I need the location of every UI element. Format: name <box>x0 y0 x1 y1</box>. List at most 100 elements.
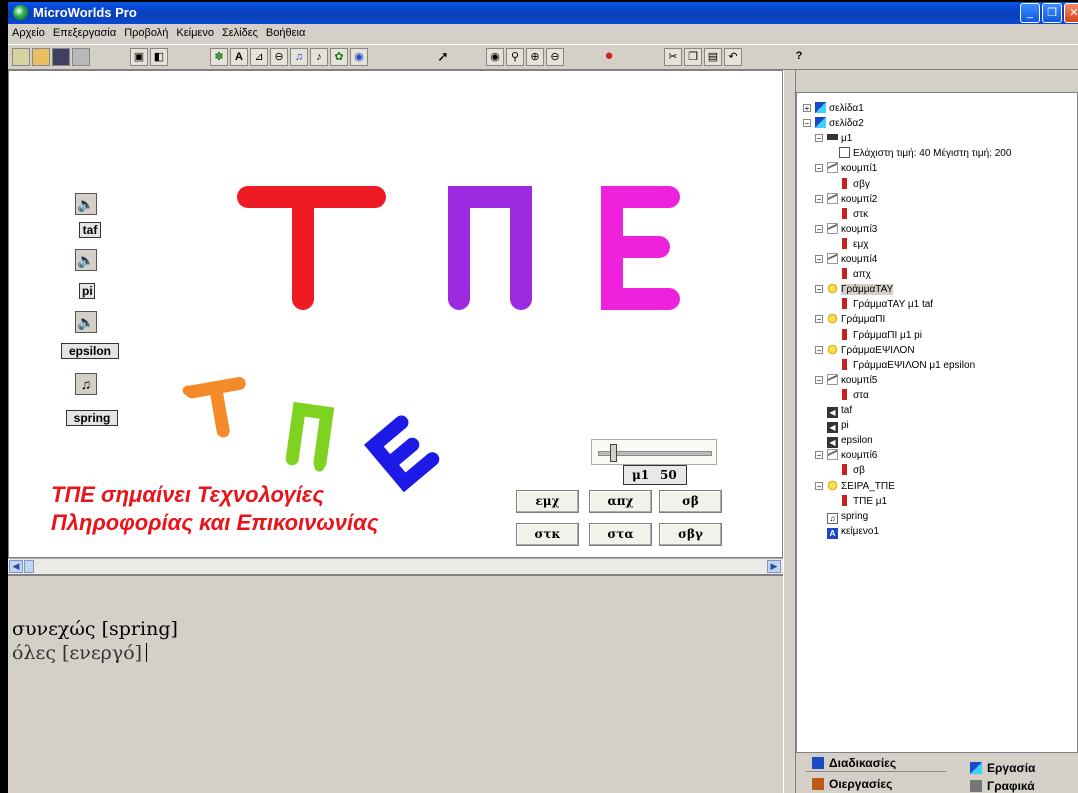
sound-taf-icon[interactable]: 🔈 <box>75 193 97 215</box>
stamp-icon[interactable]: ⚲ <box>506 48 524 66</box>
pane-splitter[interactable] <box>783 70 796 793</box>
tree-item[interactable]: Ελάχιστη τιμή: 40 Μέγιστη τιμή: 200 <box>839 146 1011 161</box>
music-spring-icon[interactable]: ♫ <box>75 373 97 395</box>
copy-icon[interactable]: ❐ <box>684 48 702 66</box>
button-apx[interactable]: απχ <box>589 490 652 513</box>
presentation-mode-icon[interactable]: ▣ <box>130 48 148 66</box>
scroll-thumb[interactable] <box>24 560 34 573</box>
tree-item[interactable]: κουμπί4 <box>827 252 877 267</box>
menu-help[interactable]: Βοήθεια <box>262 24 309 39</box>
music-tool-icon[interactable]: ♫ <box>290 48 308 66</box>
tree-expander-icon[interactable]: − <box>815 481 823 490</box>
menu-pages[interactable]: Σελίδες <box>218 24 262 39</box>
command-center[interactable]: συνεχώς [spring] όλες [ενεργό] <box>8 574 783 793</box>
menu-text[interactable]: Κείμενο <box>172 24 218 39</box>
tree-expander-icon[interactable]: − <box>815 315 823 324</box>
tree-item[interactable]: σβγ <box>839 177 870 192</box>
paste-icon[interactable]: ▤ <box>704 48 722 66</box>
tree-expander-icon[interactable]: − <box>815 255 823 264</box>
tree-item[interactable]: απχ <box>839 267 871 282</box>
tree-item[interactable]: ΓράμμαΕΨΙΛΟΝ <box>827 343 915 358</box>
tab-operations[interactable]: Οιεργασίες <box>806 775 946 793</box>
new-project-icon[interactable] <box>12 48 30 66</box>
tree-item[interactable]: ΓράμμαΤΑΥ <box>827 282 894 297</box>
tree-item[interactable]: μ1 <box>827 131 852 146</box>
tree-item[interactable]: σελίδα2 <box>815 116 864 131</box>
split-view-icon[interactable]: ◧ <box>150 48 168 66</box>
button-emx[interactable]: εμχ <box>516 490 579 513</box>
tree-expander-icon[interactable]: + <box>803 104 811 113</box>
tab-project[interactable]: Εργασία <box>964 759 1076 777</box>
button-stk[interactable]: στκ <box>516 523 579 546</box>
tree-item[interactable]: κουμπί2 <box>827 192 877 207</box>
page-stage[interactable]: 🔈 taf 🔈 pi 🔈 epsilon ♫ spring μ1 50 εμχ … <box>8 70 783 558</box>
menu-edit[interactable]: Επεξεργασία <box>49 24 120 39</box>
maximize-button[interactable]: ❐ <box>1042 3 1062 23</box>
tree-item[interactable]: ΓράμμαΠΙ <box>827 312 885 327</box>
menu-view[interactable]: Προβολή <box>120 24 172 39</box>
tree-item[interactable]: ΓράμμαΠΙ μ1 pi <box>839 328 922 343</box>
zoom-in-icon[interactable]: ⊕ <box>526 48 544 66</box>
sound-pi-icon[interactable]: 🔈 <box>75 249 97 271</box>
tree-item[interactable]: κουμπί3 <box>827 222 877 237</box>
video-tool-icon[interactable]: ✿ <box>330 48 348 66</box>
button-sb[interactable]: σβ <box>659 490 722 513</box>
tree-item[interactable]: ♫ spring <box>827 509 868 524</box>
tab-graphics[interactable]: Γραφικά <box>964 777 1076 793</box>
print-icon[interactable] <box>72 48 90 66</box>
button-sta[interactable]: στα <box>589 523 652 546</box>
button-tool-icon[interactable]: ⊿ <box>250 48 268 66</box>
slider-tool-icon[interactable]: ⊖ <box>270 48 288 66</box>
undo-icon[interactable]: ↶ <box>724 48 742 66</box>
help-icon[interactable]: ? <box>790 48 808 66</box>
tree-item[interactable]: στκ <box>839 207 868 222</box>
tree-expander-icon[interactable]: − <box>815 194 823 203</box>
tree-item[interactable]: ΓράμμαΕΨΙΛΟΝ μ1 epsilon <box>839 358 975 373</box>
tree-item[interactable]: κουμπί5 <box>827 373 877 388</box>
cut-icon[interactable]: ✂ <box>664 48 682 66</box>
tree-expander-icon[interactable]: − <box>815 451 823 460</box>
text-box[interactable]: ΤΠΕ σημαίνει Τεχνολογίες Πληροφορίας και… <box>51 481 378 537</box>
tree-item[interactable]: κουμπί6 <box>827 448 877 463</box>
eye-icon[interactable]: ◉ <box>486 48 504 66</box>
minimize-button[interactable]: _ <box>1020 3 1040 23</box>
zoom-out-icon[interactable]: ⊖ <box>546 48 564 66</box>
tree-item[interactable]: ◀ epsilon <box>827 433 873 449</box>
stop-icon[interactable]: ● <box>600 48 618 66</box>
web-tool-icon[interactable]: ◉ <box>350 48 368 66</box>
tree-item[interactable]: ◀ taf <box>827 403 852 418</box>
sound-tool-icon[interactable]: ♪ <box>310 48 328 66</box>
tree-expander-icon[interactable]: − <box>815 134 823 143</box>
scroll-right-arrow-icon[interactable]: ▶ <box>767 560 781 573</box>
tree-item[interactable]: Aκείμενο1 <box>827 524 879 539</box>
slider-mu1[interactable] <box>591 439 717 465</box>
tree-item[interactable]: εμχ <box>839 237 868 252</box>
hatch-turtle-icon[interactable]: ✽ <box>210 48 228 66</box>
tree-expander-icon[interactable]: − <box>815 285 823 294</box>
text-box-icon[interactable]: A <box>230 48 248 66</box>
open-folder-icon[interactable] <box>32 48 50 66</box>
tree-item[interactable]: σελίδα1 <box>815 101 864 116</box>
tree-item[interactable]: στα <box>839 388 869 403</box>
tree-item[interactable]: ΤΠΕ μ1 <box>839 494 887 509</box>
scroll-left-arrow-icon[interactable]: ◀ <box>9 560 23 573</box>
tree-expander-icon[interactable]: − <box>815 375 823 384</box>
save-icon[interactable] <box>52 48 70 66</box>
sound-epsilon-icon[interactable]: 🔈 <box>75 311 97 333</box>
tree-expander-icon[interactable]: − <box>815 224 823 233</box>
tree-item[interactable]: ΓράμμαΤΑΥ μ1 taf <box>839 297 933 312</box>
tree-item[interactable]: σβ <box>839 463 865 478</box>
close-button[interactable]: ✕ <box>1064 3 1078 23</box>
slider-thumb[interactable] <box>610 444 617 462</box>
tab-procedures[interactable]: Διαδικασίες <box>806 754 946 772</box>
button-sbg[interactable]: σβγ <box>659 523 722 546</box>
tree-expander-icon[interactable]: − <box>815 164 823 173</box>
tree-item[interactable]: ◀ pi <box>827 418 849 434</box>
tree-item[interactable]: ΣΕΙΡΑ_ΤΠΕ <box>827 479 895 494</box>
horizontal-scrollbar[interactable]: ◀ ▶ <box>8 558 783 574</box>
tree-item[interactable]: κουμπί1 <box>827 161 877 176</box>
tree-expander-icon[interactable]: − <box>803 119 811 128</box>
tree-expander-icon[interactable]: − <box>815 345 823 354</box>
pointer-icon[interactable]: ➚ <box>434 48 452 66</box>
menu-file[interactable]: Αρχείο <box>8 24 49 39</box>
